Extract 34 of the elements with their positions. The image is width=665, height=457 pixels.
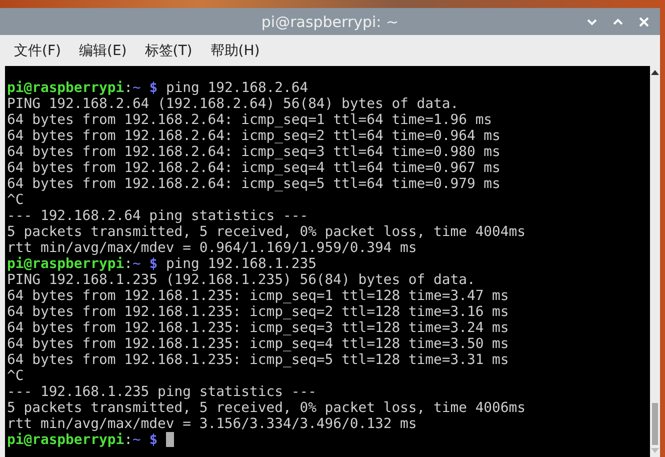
output-line: --- 192.168.2.64 ping statistics --- <box>7 208 308 224</box>
output-line: 64 bytes from 192.168.2.64: icmp_seq=5 ttl=64 time=0.979 ms <box>7 176 500 192</box>
menu-item[interactable]: 标签(T) <box>144 42 192 60</box>
menu-item[interactable]: 文件(F) <box>14 42 61 60</box>
command-text: ping 192.168.1.235 <box>166 256 316 272</box>
scroll-down-icon[interactable] <box>651 448 659 453</box>
output-line: ^C <box>7 192 24 208</box>
command-text: ping 192.168.2.64 <box>166 80 308 96</box>
output-line: 5 packets transmitted, 5 received, 0% packet loss, time 4006ms <box>7 400 526 416</box>
output-line: ^C <box>7 368 24 384</box>
output-line: 64 bytes from 192.168.1.235: icmp_seq=3 ttl=128 time=3.24 ms <box>7 320 509 336</box>
menu-item[interactable]: 帮助(H) <box>210 42 260 60</box>
scroll-up-icon[interactable] <box>651 70 659 75</box>
shell-prompt: pi@raspberrypi:~ $ <box>7 432 158 448</box>
output-line: 64 bytes from 192.168.1.235: icmp_seq=2 ttl=128 time=3.16 ms <box>7 304 509 320</box>
shell-prompt: pi@raspberrypi:~ $ <box>7 256 158 272</box>
output-line: 64 bytes from 192.168.1.235: icmp_seq=1 ttl=128 time=3.47 ms <box>7 288 509 304</box>
output-line: 64 bytes from 192.168.1.235: icmp_seq=5 ttl=128 time=3.31 ms <box>7 352 509 368</box>
output-line: 64 bytes from 192.168.1.235: icmp_seq=4 ttl=128 time=3.50 ms <box>7 336 509 352</box>
output-line: PING 192.168.1.235 (192.168.1.235) 56(84) bytes of data. <box>7 272 476 288</box>
output-line: 64 bytes from 192.168.2.64: icmp_seq=4 ttl=64 time=0.967 ms <box>7 160 500 176</box>
output-line: 64 bytes from 192.168.2.64: icmp_seq=2 ttl=64 time=0.964 ms <box>7 128 500 144</box>
menu-item[interactable]: 编辑(E) <box>78 42 127 60</box>
scrollbar-thumb[interactable] <box>652 403 658 445</box>
shell-prompt: pi@raspberrypi:~ $ <box>7 80 158 96</box>
window-title: pi@raspberrypi: ~ <box>261 12 399 30</box>
close-button[interactable] <box>638 16 650 28</box>
output-line: PING 192.168.2.64 (192.168.2.64) 56(84) bytes of data. <box>7 96 459 112</box>
output-line: 64 bytes from 192.168.2.64: icmp_seq=3 ttl=64 time=0.980 ms <box>7 144 500 160</box>
output-line: 64 bytes from 192.168.2.64: icmp_seq=1 ttl=64 time=1.96 ms <box>7 112 492 128</box>
output-line: rtt min/avg/max/mdev = 3.156/3.334/3.496/0.132 ms <box>7 416 417 432</box>
output-line: 5 packets transmitted, 5 received, 0% packet loss, time 4004ms <box>7 224 526 240</box>
output-line: --- 192.168.1.235 ping statistics --- <box>7 384 316 400</box>
output-line: rtt min/avg/max/mdev = 0.964/1.169/1.959/0.394 ms <box>7 240 417 256</box>
